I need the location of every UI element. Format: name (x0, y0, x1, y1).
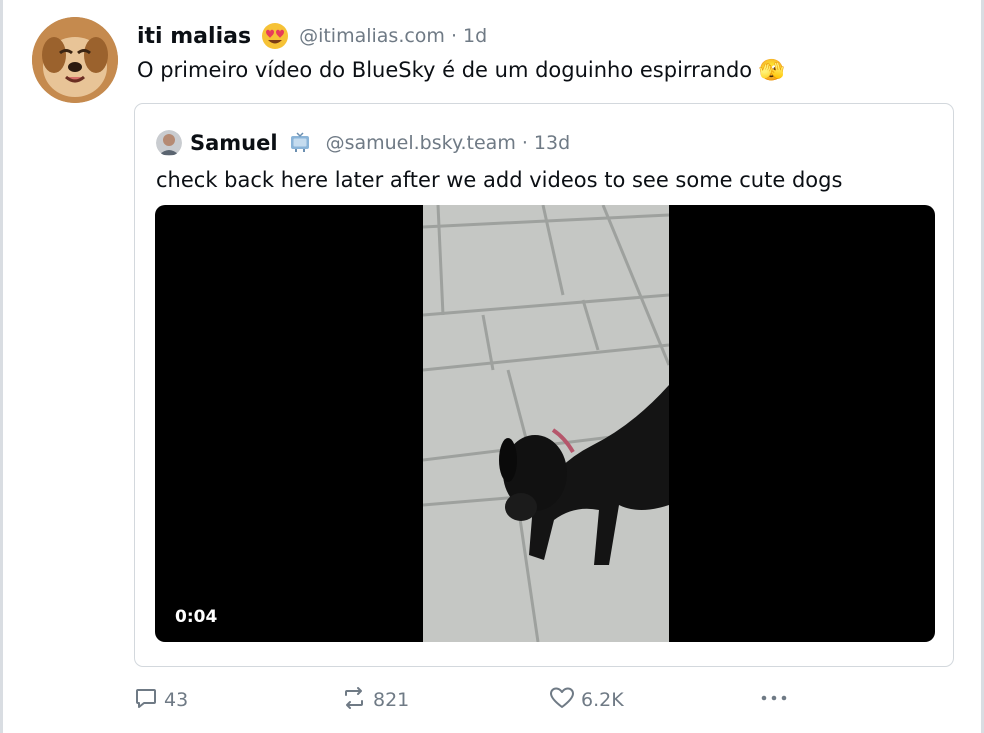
reply-count: 43 (164, 689, 189, 711)
like-count: 6.2K (581, 689, 624, 711)
video-player[interactable]: 0:04 (155, 205, 935, 642)
tv-icon (288, 131, 312, 155)
post-actions: 43 821 6.2K (134, 686, 954, 714)
repost-button[interactable]: 821 (341, 686, 409, 714)
author-display-name[interactable]: iti malias (137, 24, 251, 49)
quoted-post-header: Samuel @samuel.bsky.team · 13d (156, 128, 570, 158)
left-divider (0, 0, 3, 733)
heart-eyes-emoji-icon (261, 22, 289, 50)
author-handle[interactable]: @itimalias.com (299, 25, 445, 47)
more-dots-icon (759, 686, 789, 715)
post-timestamp[interactable]: 1d (463, 25, 487, 47)
quoted-meta-separator: · (521, 132, 528, 154)
meta-separator: · (450, 25, 457, 47)
heart-icon (549, 686, 575, 715)
quoted-author-handle[interactable]: @samuel.bsky.team (326, 132, 516, 154)
quoted-author-display-name[interactable]: Samuel (190, 131, 278, 155)
like-button[interactable]: 6.2K (549, 686, 624, 714)
video-frame (422, 205, 671, 642)
quoted-post-text: check back here later after we add video… (156, 168, 843, 192)
post-header: iti malias @itimalias.com · 1d (137, 20, 487, 52)
repost-count: 821 (373, 689, 410, 711)
video-duration: 0:04 (175, 607, 218, 627)
author-avatar[interactable] (32, 17, 118, 103)
quoted-author-avatar[interactable] (156, 130, 182, 156)
quoted-post[interactable]: Samuel @samuel.bsky.team · 13d check bac… (134, 103, 954, 667)
repost-icon (341, 686, 367, 715)
post-text: O primeiro vídeo do BlueSky é de um dogu… (137, 58, 785, 82)
more-options-button[interactable] (759, 686, 789, 714)
quoted-post-timestamp[interactable]: 13d (534, 132, 570, 154)
reply-button[interactable]: 43 (134, 686, 188, 714)
reply-icon (134, 686, 158, 715)
